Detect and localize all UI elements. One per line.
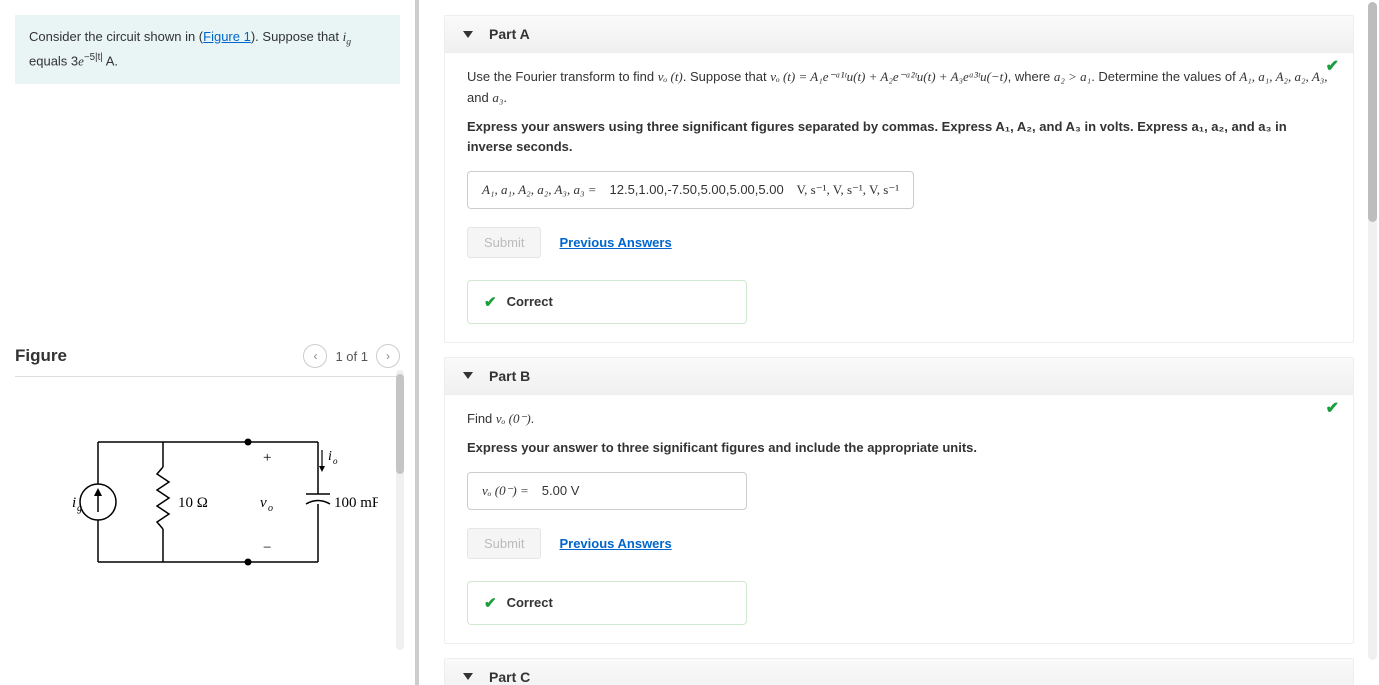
part-a-instructions: Express your answers using three signifi…	[467, 117, 1331, 157]
previous-answers-link[interactable]: Previous Answers	[559, 536, 671, 551]
svg-text:+: +	[263, 450, 271, 466]
problem-intro: Consider the circuit shown in (Figure 1)…	[15, 15, 400, 84]
answer-label: vₒ (0⁻) =	[482, 483, 529, 498]
correct-label: Correct	[507, 595, 553, 610]
correct-feedback: ✔ Correct	[467, 280, 747, 324]
svg-text:10 Ω: 10 Ω	[178, 495, 208, 511]
figure-counter: 1 of 1	[335, 349, 368, 364]
circuit-diagram: i g 10 Ω + v o −	[15, 412, 400, 592]
part-b-answer-box: vₒ (0⁻) = 5.00 V	[467, 472, 747, 510]
check-icon: ✔	[1326, 56, 1339, 76]
answer-label: A₁, a₁, A₂, a₂, A₃, a₃ =	[482, 182, 597, 197]
previous-answers-link[interactable]: Previous Answers	[559, 235, 671, 250]
submit-button[interactable]: Submit	[467, 227, 541, 258]
part-b-question: Find vₒ (0⁻).	[467, 409, 1331, 430]
svg-text:o: o	[268, 503, 273, 514]
correct-label: Correct	[507, 294, 553, 309]
part-a-answer-box: A₁, a₁, A₂, a₂, A₃, a₃ = 12.5,1.00,-7.50…	[467, 171, 914, 209]
check-icon: ✔	[484, 293, 497, 311]
check-icon: ✔	[1326, 398, 1339, 418]
part-b-block: Part B ✔ Find vₒ (0⁻). Express your answ…	[444, 357, 1354, 644]
figure-prev-button[interactable]: ‹	[303, 344, 327, 368]
svg-text:i: i	[328, 449, 332, 464]
part-a-block: Part A ✔ Use the Fourier transform to fi…	[444, 15, 1354, 343]
part-c-block: Part C ✔	[444, 658, 1354, 685]
scroll-thumb[interactable]	[1368, 2, 1377, 222]
part-c-title: Part C	[489, 669, 530, 685]
check-icon: ✔	[484, 594, 497, 612]
answer-units: V, s⁻¹, V, s⁻¹, V, s⁻¹	[796, 182, 899, 197]
part-a-question: Use the Fourier transform to find vₒ (t)…	[467, 67, 1331, 109]
answer-value: 12.5,1.00,-7.50,5.00,5.00,5.00	[610, 182, 784, 197]
collapse-icon	[463, 31, 473, 38]
part-a-header[interactable]: Part A	[445, 16, 1353, 53]
submit-button[interactable]: Submit	[467, 528, 541, 559]
figure-next-button[interactable]: ›	[376, 344, 400, 368]
part-b-title: Part B	[489, 368, 530, 384]
svg-text:−: −	[263, 540, 271, 556]
svg-text:i: i	[72, 495, 76, 511]
svg-text:100 mF: 100 mF	[334, 495, 378, 511]
collapse-icon	[463, 673, 473, 680]
answer-value: 5.00 V	[542, 483, 580, 498]
part-b-instructions: Express your answer to three significant…	[467, 438, 1331, 458]
svg-text:g: g	[77, 503, 82, 514]
intro-text: Consider the circuit shown in (	[29, 29, 203, 44]
page-scrollbar[interactable]	[1368, 2, 1377, 660]
svg-text:v: v	[260, 495, 267, 511]
part-c-header[interactable]: Part C	[445, 659, 1353, 685]
collapse-icon	[463, 372, 473, 379]
svg-text:o: o	[333, 456, 338, 466]
part-a-title: Part A	[489, 26, 530, 42]
part-b-header[interactable]: Part B	[445, 358, 1353, 395]
figure-section: Figure ‹ 1 of 1 ›	[15, 344, 400, 592]
figure-title: Figure	[15, 346, 67, 366]
figure-link[interactable]: Figure 1	[203, 29, 251, 44]
correct-feedback: ✔ Correct	[467, 581, 747, 625]
